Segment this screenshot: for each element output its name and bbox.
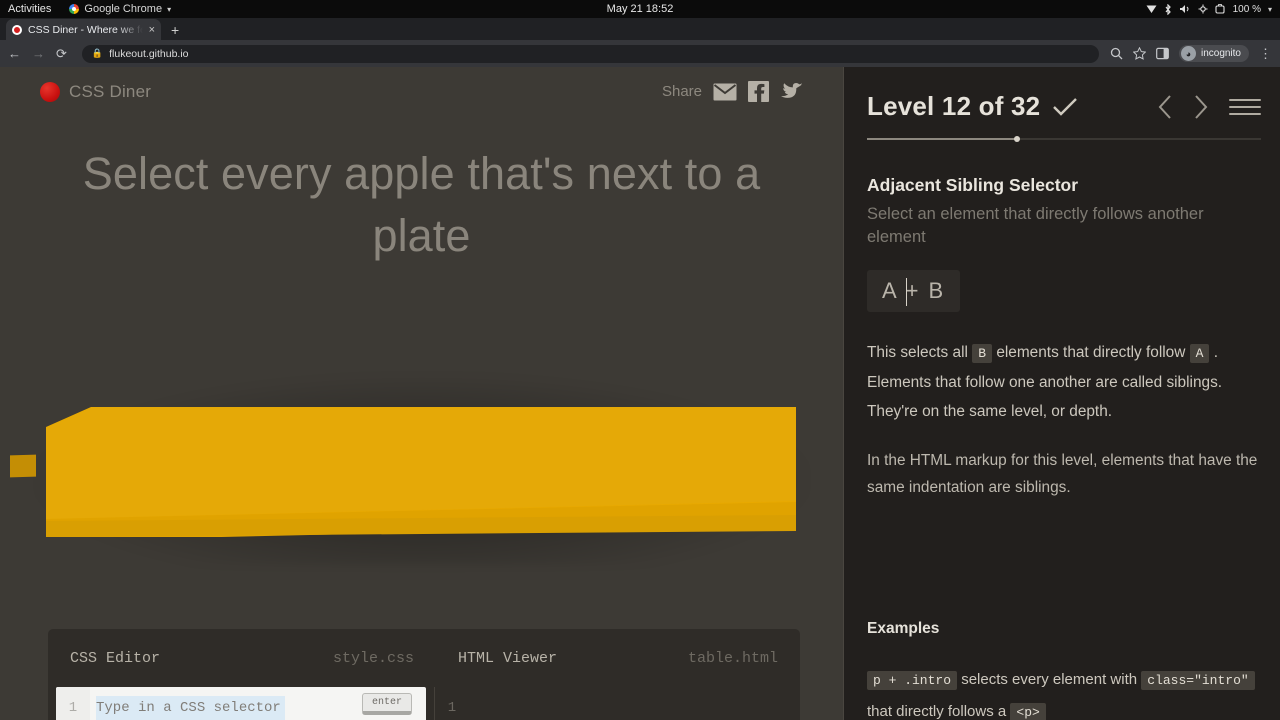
editor-panel: CSS Editor style.css HTML Viewer table.h… <box>48 629 800 720</box>
site-logo[interactable]: CSS Diner <box>40 81 152 102</box>
browser-toolbar: ← → ⟳ 🔒 flukeout.github.io ◕ incognito ⋮ <box>0 40 1280 67</box>
wifi-icon <box>1146 5 1157 13</box>
system-tray[interactable]: 100 % ▾ <box>1146 3 1280 15</box>
level-title: Level 12 of 32 <box>867 91 1041 121</box>
example-tag-chip: <p> <box>1010 702 1046 720</box>
css-editor-title: CSS Editor <box>70 649 161 667</box>
example-text: selects every element with <box>961 671 1138 688</box>
lesson-paragraph-1: This selects all B elements that directl… <box>867 338 1259 427</box>
chrome-icon <box>69 4 80 14</box>
favicon-icon <box>12 24 22 35</box>
incognito-avatar-icon: ◕ <box>1180 46 1196 61</box>
chevron-right-icon[interactable] <box>1193 94 1209 120</box>
active-app-menu[interactable]: Google Chrome ▾ <box>69 3 171 15</box>
new-tab-button[interactable]: + <box>171 22 179 38</box>
game-main-area: CSS Diner Share Select every apple that'… <box>0 67 843 720</box>
table-element[interactable] <box>46 407 796 537</box>
bluetooth-icon <box>1165 3 1171 15</box>
activities-button[interactable]: Activities <box>8 3 51 15</box>
lesson-heading: Adjacent Sibling Selector <box>867 175 1079 195</box>
html-viewer-filename: table.html <box>687 649 778 667</box>
html-viewer-title: HTML Viewer <box>458 649 558 667</box>
incognito-label: incognito <box>1200 48 1241 59</box>
kebab-menu-icon[interactable]: ⋮ <box>1259 47 1272 60</box>
level-progress-dot <box>1013 136 1020 142</box>
code-chip-a: A <box>1189 344 1210 363</box>
twitter-icon[interactable] <box>780 82 803 101</box>
example-class-chip: class="intro" <box>1141 671 1255 690</box>
syntax-text: A + B <box>882 278 946 303</box>
example-text: that directly follows a <box>867 702 1007 720</box>
star-icon[interactable] <box>1132 47 1146 60</box>
side-panel-icon[interactable] <box>1156 47 1169 60</box>
lock-icon: 🔒 <box>91 48 104 58</box>
browser-tab[interactable]: CSS Diner - Where we fee × <box>6 19 161 40</box>
address-bar-url: flukeout.github.io <box>109 47 189 60</box>
lesson-subheading: Select an element that directly follows … <box>867 205 1204 247</box>
page-content: CSS Diner Share Select every apple that'… <box>0 67 1280 720</box>
level-progress-fill <box>867 138 1017 140</box>
syntax-example-box: A + B <box>867 270 961 312</box>
close-tab-icon[interactable]: × <box>149 24 155 36</box>
css-input-placeholder[interactable]: Type in a CSS selector <box>96 696 285 720</box>
reload-button[interactable]: ⟳ <box>56 47 67 60</box>
volume-icon <box>1179 5 1189 13</box>
table-surface <box>46 407 796 519</box>
editor-headers: CSS Editor style.css HTML Viewer table.h… <box>48 629 800 687</box>
paragraph-text: This selects all <box>867 344 968 361</box>
active-app-label: Google Chrome <box>84 3 163 15</box>
example-selector-chip: p + .intro <box>867 671 958 690</box>
site-title: CSS Diner <box>69 81 152 101</box>
css-editor-filename: style.css <box>332 649 414 667</box>
site-header: CSS Diner Share <box>0 81 843 102</box>
battery-icon <box>1215 4 1225 14</box>
check-icon <box>1053 97 1078 116</box>
editor-body: 1 2 3 Type in a CSS selector { /* Styles… <box>48 687 800 720</box>
paragraph-text: elements that directly follow <box>996 344 1186 361</box>
address-bar[interactable]: 🔒 flukeout.github.io <box>81 44 1099 63</box>
html-code-column: <div class="table"> <bento> <apple class… <box>469 687 696 720</box>
gnome-top-bar: Activities Google Chrome ▾ May 21 18:52 … <box>0 0 1280 18</box>
mouse-text-cursor <box>906 278 907 306</box>
lesson-paragraph-2: In the HTML markup for this level, eleme… <box>867 452 1258 497</box>
examples-title: Examples <box>867 620 940 637</box>
zoom-icon[interactable] <box>1110 47 1123 60</box>
enter-button[interactable]: enter <box>361 693 412 715</box>
level-progress-bar <box>867 136 1261 142</box>
lesson-sidebar: Level 12 of 32 Adjacent Sibling Selector… <box>843 67 1280 720</box>
share-group: Share <box>662 81 803 102</box>
email-icon[interactable] <box>713 83 737 101</box>
hamburger-icon[interactable] <box>1229 98 1261 115</box>
table-leg-left <box>10 454 36 478</box>
incognito-indicator[interactable]: ◕ incognito <box>1178 45 1249 62</box>
level-prompt: Select every apple that's next to a plat… <box>82 148 761 262</box>
forward-button[interactable]: → <box>32 47 45 60</box>
level-header: Level 12 of 32 <box>867 91 1261 122</box>
html-gutter: 1 2 3 <box>435 687 469 720</box>
table-scene <box>0 327 843 720</box>
chevron-down-icon: ▾ <box>1267 4 1272 14</box>
example-item-1: p + .intro selects every element with cl… <box>867 664 1261 720</box>
chevron-left-icon[interactable] <box>1157 94 1173 120</box>
network-icon <box>1198 4 1208 14</box>
tab-title: CSS Diner - Where we fee <box>28 23 143 36</box>
browser-tab-strip: CSS Diner - Where we fee × + <box>0 18 1280 40</box>
back-button[interactable]: ← <box>8 47 21 60</box>
clock[interactable]: May 21 18:52 <box>0 3 1280 15</box>
share-label: Share <box>661 83 702 100</box>
css-editor-pane[interactable]: 1 2 3 Type in a CSS selector { /* Styles… <box>56 687 426 720</box>
battery-percent: 100 % <box>1232 3 1261 15</box>
css-line-number: 1 <box>68 700 78 716</box>
apple-logo-icon <box>40 81 60 102</box>
html-line-number: 1 <box>447 700 457 716</box>
facebook-icon[interactable] <box>748 81 769 102</box>
css-gutter: 1 2 3 <box>56 687 90 720</box>
chevron-down-icon: ▾ <box>167 4 172 14</box>
code-chip-b: B <box>972 344 993 363</box>
html-viewer-pane: 1 2 3 <div class="table"> <bento> <apple… <box>434 687 800 720</box>
